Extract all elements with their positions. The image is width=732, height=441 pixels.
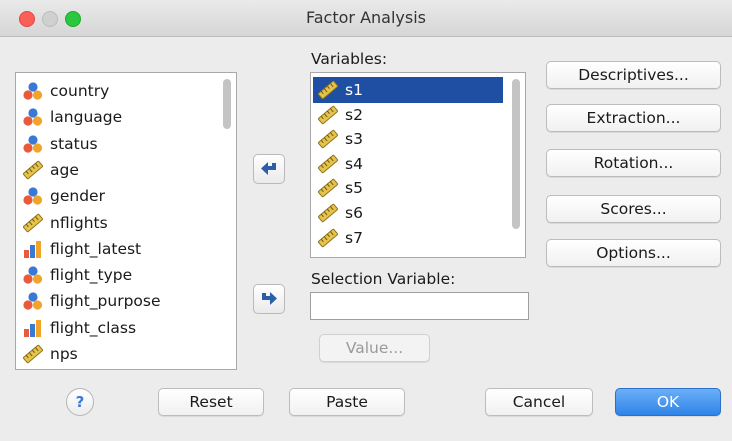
- nominal-icon: [23, 292, 43, 310]
- variables-label: Variables:: [311, 50, 388, 68]
- source-variable-item[interactable]: flight_purpose: [22, 288, 210, 314]
- variables-list-item-label: s4: [345, 154, 363, 173]
- rotation-button[interactable]: Rotation...: [546, 149, 721, 177]
- descriptives-button[interactable]: Descriptives...: [546, 61, 721, 89]
- selection-variable-label: Selection Variable:: [311, 270, 456, 288]
- move-to-variables-button[interactable]: [253, 154, 285, 184]
- variables-list-item-label: s2: [345, 105, 363, 124]
- source-variable-item[interactable]: age: [22, 157, 210, 183]
- reset-button[interactable]: Reset: [158, 388, 264, 416]
- scale-icon: [317, 104, 339, 125]
- ok-button[interactable]: OK: [615, 388, 721, 416]
- source-variable-item[interactable]: flight_latest: [22, 236, 210, 262]
- source-variable-item-label: language: [50, 108, 123, 127]
- extraction-button[interactable]: Extraction...: [546, 104, 721, 132]
- source-list-scrollbar[interactable]: [223, 79, 231, 129]
- source-variable-list[interactable]: country language status age gender nflights fl…: [15, 72, 237, 370]
- scale-icon: [317, 203, 339, 223]
- ordinal-icon: [24, 319, 41, 337]
- source-variable-item-label: status: [50, 134, 98, 153]
- nominal-icon: [23, 266, 43, 284]
- source-variable-item-label: country: [50, 82, 110, 100]
- scale-icon: [317, 80, 339, 100]
- variables-list-item[interactable]: s4: [317, 151, 499, 177]
- cancel-button[interactable]: Cancel: [485, 388, 593, 416]
- variables-list-item[interactable]: s2: [317, 102, 499, 128]
- source-variable-item[interactable]: nflights: [22, 210, 210, 236]
- variables-list-item[interactable]: s5: [317, 175, 499, 201]
- variables-list[interactable]: s1 s2 s3 s4 s5 s6 s7: [310, 72, 526, 258]
- value-button[interactable]: Value...: [319, 334, 430, 362]
- scale-icon: [317, 154, 339, 174]
- source-variable-item-label: gender: [50, 187, 105, 206]
- source-variable-item[interactable]: language: [22, 104, 210, 130]
- scale-icon: [22, 212, 44, 233]
- scale-icon: [317, 227, 339, 248]
- variables-list-scrollbar[interactable]: [512, 79, 520, 229]
- move-to-selection-variable-button[interactable]: [253, 284, 285, 314]
- window-title: Factor Analysis: [306, 8, 426, 27]
- arrow-right-icon: [262, 292, 277, 305]
- variables-list-item-label: s5: [345, 179, 363, 198]
- ordinal-icon: [24, 240, 41, 258]
- nominal-icon: [23, 134, 43, 153]
- source-variable-item[interactable]: nps: [22, 341, 210, 367]
- source-variable-item-label: nflights: [50, 213, 108, 232]
- variables-list-item-label: s3: [345, 130, 363, 149]
- source-variable-item-label: nps: [50, 345, 78, 363]
- variables-list-item[interactable]: s7: [317, 225, 499, 251]
- scale-icon: [317, 178, 339, 198]
- source-variable-item[interactable]: flight_class: [22, 315, 210, 341]
- options-button[interactable]: Options...: [546, 239, 721, 267]
- variables-list-item[interactable]: s6: [317, 200, 499, 226]
- selection-variable-field[interactable]: [310, 292, 529, 320]
- source-variable-item[interactable]: gender: [22, 183, 210, 209]
- arrow-left-icon: [261, 162, 276, 175]
- nominal-icon: [23, 187, 43, 205]
- variables-list-item-label: s7: [345, 228, 363, 247]
- title-bar: Factor Analysis: [0, 0, 732, 37]
- paste-button[interactable]: Paste: [289, 388, 405, 416]
- source-variable-item[interactable]: status: [22, 131, 210, 157]
- nominal-icon: [23, 82, 43, 100]
- source-variable-item-label: flight_purpose: [50, 292, 161, 311]
- nominal-icon: [23, 108, 43, 126]
- variables-list-item[interactable]: s3: [317, 126, 499, 152]
- scores-button[interactable]: Scores...: [546, 195, 721, 223]
- source-variable-item-label: age: [50, 160, 79, 179]
- variables-list-item[interactable]: s1: [313, 77, 503, 103]
- scale-icon: [22, 160, 44, 180]
- source-variable-item[interactable]: country: [22, 78, 210, 104]
- source-variable-item-label: flight_type: [50, 266, 133, 285]
- variables-list-item-label: s6: [345, 204, 363, 222]
- help-button[interactable]: ?: [66, 388, 94, 416]
- scale-icon: [317, 129, 339, 149]
- scale-icon: [22, 344, 44, 364]
- source-variable-item-label: flight_class: [50, 318, 137, 337]
- source-variable-item[interactable]: flight_type: [22, 262, 210, 288]
- source-variable-item-label: flight_latest: [50, 239, 142, 258]
- variables-list-item-label: s1: [345, 81, 363, 99]
